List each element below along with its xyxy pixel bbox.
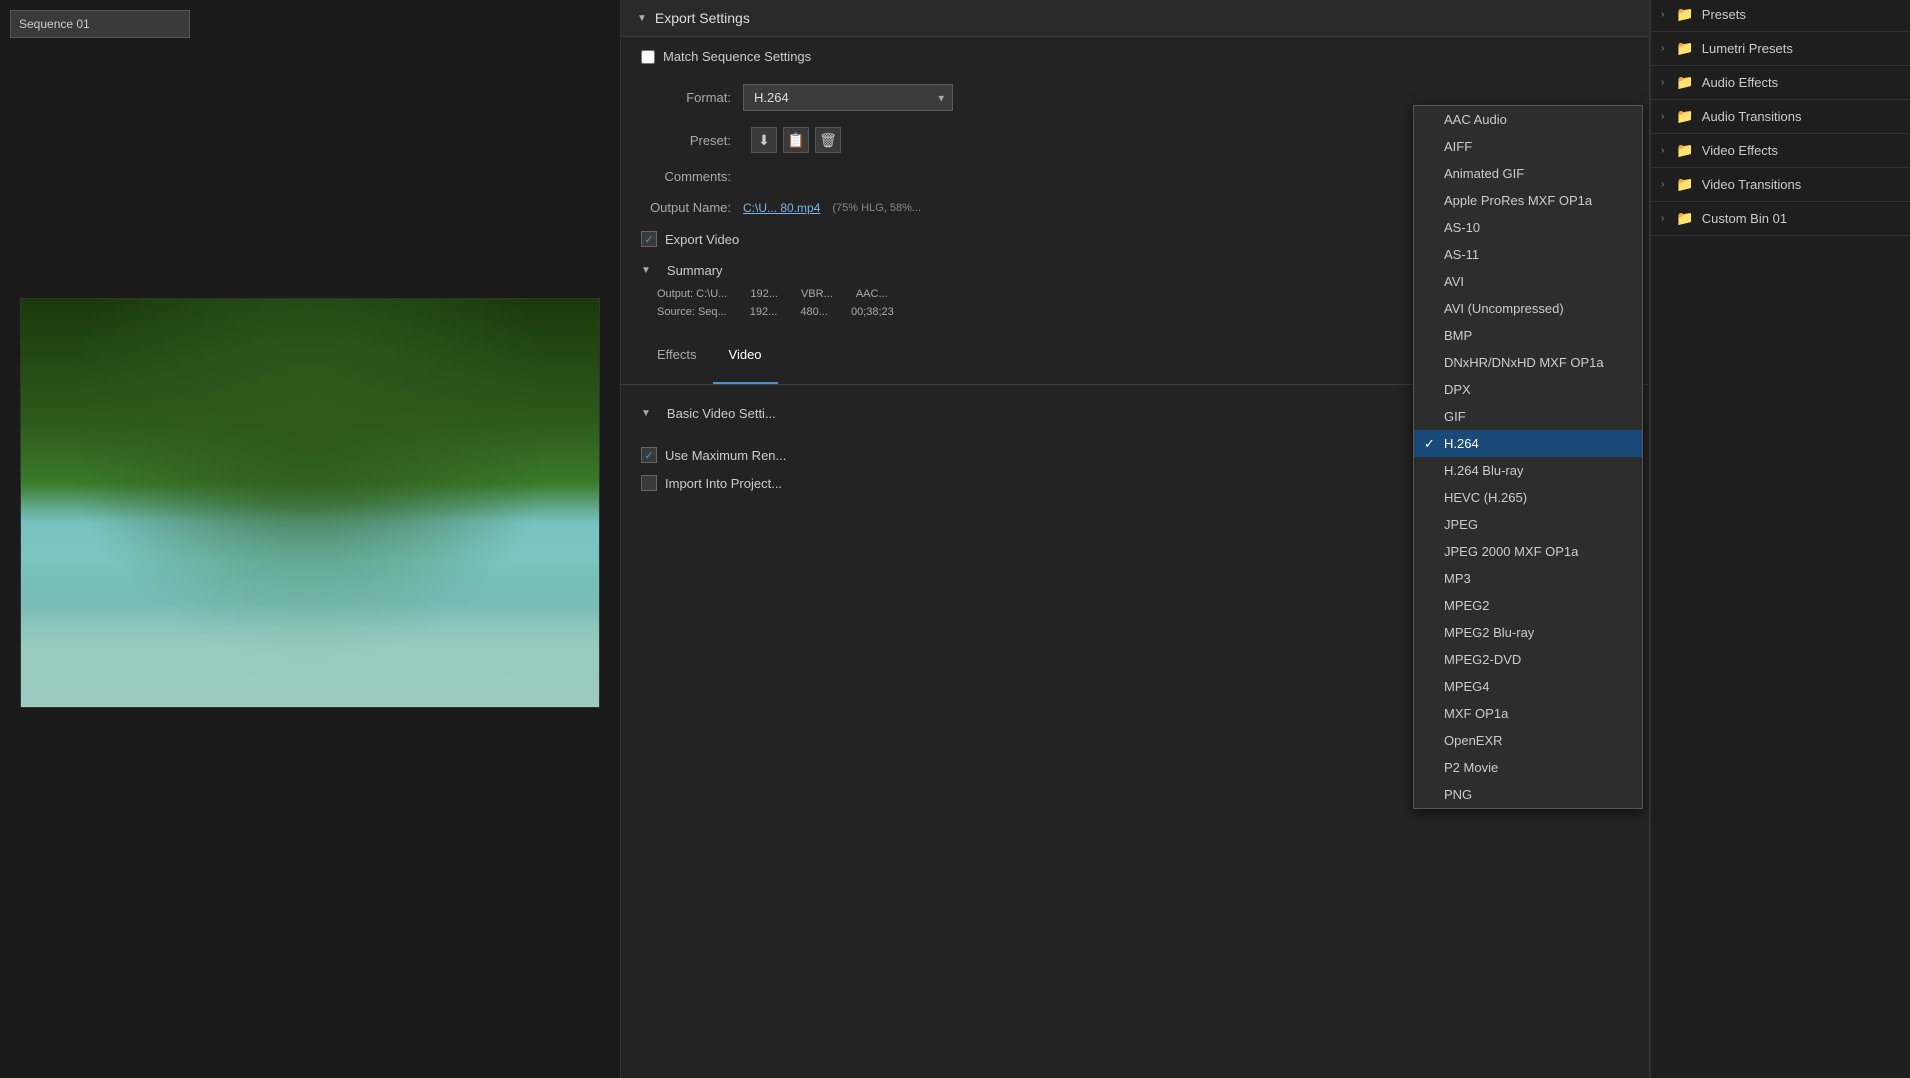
right-panel-item-label: Lumetri Presets [1702,41,1793,56]
preset-label: Preset: [641,133,731,148]
import-project-label: Import Into Project... [665,476,782,491]
match-sequence-checkbox[interactable] [641,50,655,64]
divider [1651,65,1910,66]
format-dropdown-button[interactable]: H.264 [743,84,953,111]
sequence-dropdown[interactable]: Sequence 01 [10,10,190,38]
folder-icon: 📁 [1676,210,1693,227]
dropdown-option[interactable]: PNG [1414,781,1642,808]
expand-arrow-icon: › [1661,213,1664,224]
match-sequence-row: Match Sequence Settings [621,37,1649,76]
right-panel-item-label: Audio Transitions [1702,109,1802,124]
preset-load-button[interactable]: 📋 [783,127,809,153]
export-settings-title: Export Settings [655,10,750,26]
export-video-label: Export Video [665,232,739,247]
preset-actions: ⬇ 📋 🗑 [751,127,841,153]
folder-icon: 📁 [1676,142,1693,159]
dropdown-option[interactable]: AS-10 [1414,214,1642,241]
summary-title: Summary [667,263,723,278]
divider [1651,31,1910,32]
export-video-checkbox[interactable]: ✓ [641,231,657,247]
left-panel: Sequence 01 [0,0,620,1078]
folder-icon: 📁 [1676,108,1693,125]
expand-arrow-icon: › [1661,9,1664,20]
basic-video-label: Basic Video Setti... [667,406,776,421]
divider [1651,235,1910,236]
preset-save-button[interactable]: ⬇ [751,127,777,153]
dropdown-option[interactable]: DNxHR/DNxHD MXF OP1a [1414,349,1642,376]
dropdown-option[interactable]: MXF OP1a [1414,700,1642,727]
summary-collapse-icon: ▼ [641,265,651,276]
basic-video-collapse-icon: ▼ [641,408,651,419]
dropdown-option[interactable]: MPEG2 [1414,592,1642,619]
expand-arrow-icon: › [1661,179,1664,190]
dropdown-option[interactable]: Apple ProRes MXF OP1a [1414,187,1642,214]
dropdown-option[interactable]: BMP [1414,322,1642,349]
expand-arrow-icon: › [1661,77,1664,88]
folder-icon: 📁 [1676,74,1693,91]
preset-delete-button[interactable]: 🗑 [815,127,841,153]
comments-label: Comments: [641,169,731,184]
output-name-label: Output Name: [641,200,731,215]
dropdown-option[interactable]: JPEG [1414,511,1642,538]
right-panel: › 📁 Presets › 📁 Lumetri Presets › 📁 Audi… [1650,0,1910,1078]
dropdown-option[interactable]: H.264 Blu-ray [1414,457,1642,484]
tab-effects[interactable]: Effects [641,339,713,384]
dropdown-option[interactable]: H.264 [1414,430,1642,457]
center-panel: ▼ Export Settings Match Sequence Setting… [620,0,1650,1078]
dropdown-option[interactable]: P2 Movie [1414,754,1642,781]
right-panel-item-label: Video Effects [1702,143,1778,158]
output-path[interactable]: C:\U... 80.mp4 [743,201,820,215]
checkmark-icon: ✓ [644,233,653,246]
dropdown-option[interactable]: MPEG4 [1414,673,1642,700]
dropdown-option[interactable]: MPEG2-DVD [1414,646,1642,673]
preview-image [20,298,600,708]
dropdown-option[interactable]: HEVC (H.265) [1414,484,1642,511]
dropdown-option[interactable]: MPEG2 Blu-ray [1414,619,1642,646]
format-label: Format: [641,90,731,105]
match-sequence-label: Match Sequence Settings [663,49,811,64]
output-detail: (75% HLG, 58%... [832,202,921,214]
dropdown-option[interactable]: Animated GIF [1414,160,1642,187]
divider [1651,133,1910,134]
expand-arrow-icon: › [1661,43,1664,54]
dropdown-option[interactable]: JPEG 2000 MXF OP1a [1414,538,1642,565]
dropdown-option[interactable]: AS-11 [1414,241,1642,268]
sequence-dropdown-bar: Sequence 01 [10,10,610,38]
right-panel-item-video-transitions[interactable]: › 📁 Video Transitions [1651,170,1910,199]
dropdown-option[interactable]: GIF [1414,403,1642,430]
expand-arrow-icon: › [1661,145,1664,156]
import-project-checkbox[interactable] [641,475,657,491]
folder-icon: 📁 [1676,40,1693,57]
dropdown-option[interactable]: AVI (Uncompressed) [1414,295,1642,322]
collapse-arrow-icon: ▼ [637,13,647,24]
use-max-render-checkbox[interactable]: ✓ [641,447,657,463]
dropdown-option[interactable]: DPX [1414,376,1642,403]
folder-icon: 📁 [1676,176,1693,193]
right-panel-item-custom-bin-01[interactable]: › 📁 Custom Bin 01 [1651,204,1910,233]
right-panel-item-presets[interactable]: › 📁 Presets [1651,0,1910,29]
right-panel-item-audio-transitions[interactable]: › 📁 Audio Transitions [1651,102,1910,131]
use-max-render-label: Use Maximum Ren... [665,448,786,463]
divider [1651,167,1910,168]
format-dropdown-menu: AAC AudioAIFFAnimated GIFApple ProRes MX… [1413,105,1643,809]
right-panel-item-audio-effects[interactable]: › 📁 Audio Effects [1651,68,1910,97]
right-panel-item-label: Video Transitions [1702,177,1802,192]
right-panel-item-label: Audio Effects [1702,75,1778,90]
dropdown-option[interactable]: AIFF [1414,133,1642,160]
divider [1651,201,1910,202]
export-settings-header: ▼ Export Settings [621,0,1649,37]
dropdown-option[interactable]: MP3 [1414,565,1642,592]
dropdown-option[interactable]: OpenEXR [1414,727,1642,754]
dropdown-option[interactable]: AAC Audio [1414,106,1642,133]
expand-arrow-icon: › [1661,111,1664,122]
right-panel-item-label: Custom Bin 01 [1702,211,1787,226]
folder-icon: 📁 [1676,6,1693,23]
right-panel-item-video-effects[interactable]: › 📁 Video Effects [1651,136,1910,165]
right-panel-item-lumetri-presets[interactable]: › 📁 Lumetri Presets [1651,34,1910,63]
tab-video[interactable]: Video [713,339,778,384]
right-panel-item-label: Presets [1702,7,1746,22]
divider [1651,99,1910,100]
dropdown-option[interactable]: AVI [1414,268,1642,295]
